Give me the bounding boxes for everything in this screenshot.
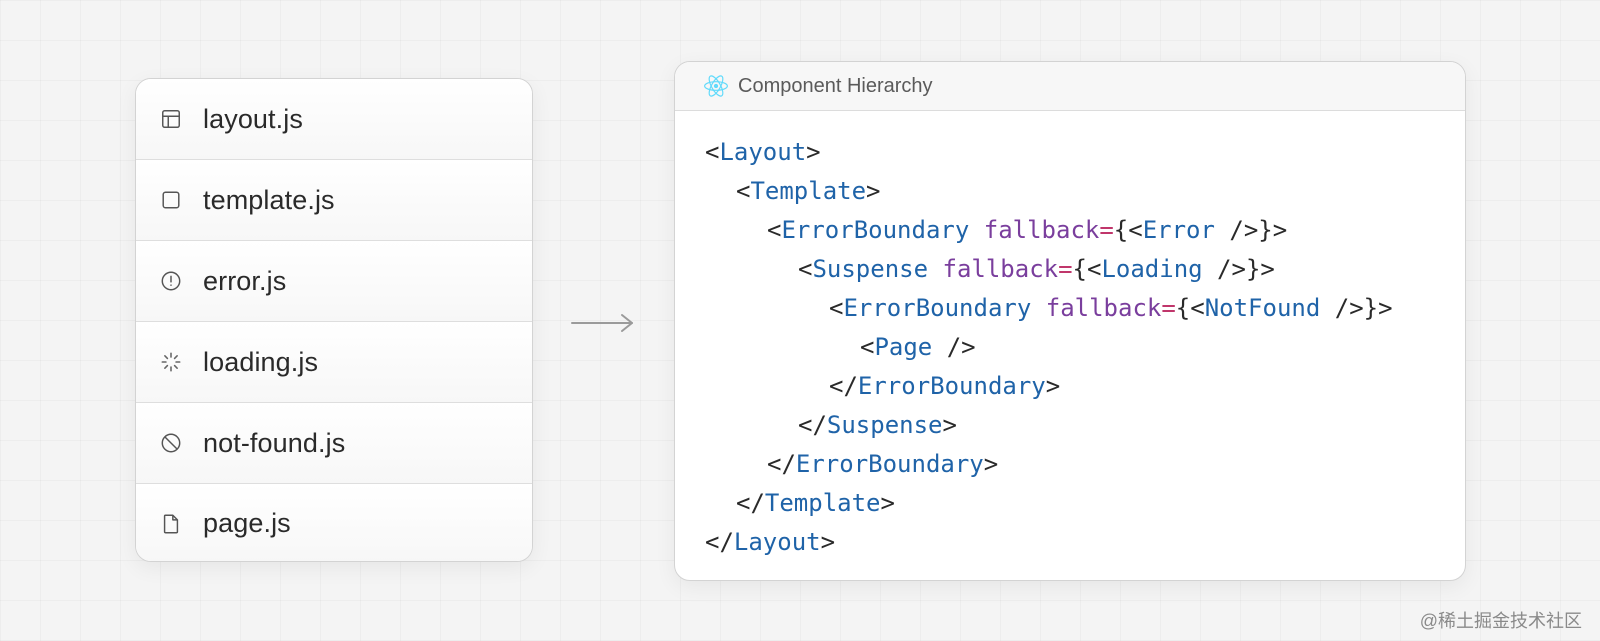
react-icon — [704, 75, 728, 97]
file-icon — [160, 513, 182, 535]
code-token: /> — [932, 333, 976, 361]
code-token: > — [942, 411, 957, 439]
code-token: < — [705, 138, 720, 166]
code-token: > — [1045, 372, 1061, 400]
code-token: fallback — [983, 216, 1100, 244]
code-token: {< — [1072, 255, 1102, 283]
alert-circle-icon — [160, 270, 182, 292]
code-line: </Suspense> — [705, 406, 1465, 445]
code-token: </ — [798, 411, 827, 439]
code-token: ErrorBoundary — [795, 450, 984, 478]
code-token: > — [806, 138, 821, 166]
code-token: = — [1161, 294, 1176, 322]
code-token: Error — [1142, 216, 1215, 244]
layout-icon — [160, 108, 182, 130]
file-row-error: error.js — [136, 241, 532, 322]
code-token: fallback — [942, 255, 1059, 283]
code-token: ErrorBoundary — [843, 294, 1032, 322]
file-list: layout.js template.js error.js loading.j… — [135, 78, 533, 562]
code-token: > — [983, 450, 999, 478]
file-name: page.js — [203, 508, 291, 538]
code-line: </ErrorBoundary> — [705, 445, 1465, 484]
code-line: <ErrorBoundary fallback={<NotFound />}> — [705, 289, 1465, 328]
code-token: </ — [767, 450, 796, 478]
code-token: = — [1058, 255, 1073, 283]
code-token: > — [866, 177, 881, 205]
code-token: {< — [1113, 216, 1143, 244]
code-token: Loading — [1101, 255, 1203, 283]
code-token: Layout — [733, 528, 821, 556]
arrow-right-icon — [571, 314, 633, 332]
file-name: not-found.js — [203, 427, 346, 458]
loader-icon — [160, 351, 182, 373]
code-token: </ — [736, 489, 765, 517]
code-line: </Template> — [705, 484, 1465, 523]
code-token: < — [736, 177, 751, 205]
file-row-template: template.js — [136, 160, 532, 241]
code-token: Suspense — [812, 255, 929, 283]
file-name: layout.js — [203, 103, 303, 134]
file-row-loading: loading.js — [136, 322, 532, 403]
code-token: Page — [874, 333, 933, 361]
code-token: {< — [1175, 294, 1205, 322]
code-token: Suspense — [826, 411, 943, 439]
code-token: < — [767, 216, 782, 244]
file-row-layout: layout.js — [136, 79, 532, 160]
watermark: @稀土掘金技术社区 — [1419, 611, 1582, 631]
code-line: <Template> — [705, 172, 1465, 211]
code-token: />}> — [1202, 255, 1275, 283]
code-line: </ErrorBoundary> — [705, 367, 1465, 406]
ban-icon — [160, 432, 182, 454]
code-line: <ErrorBoundary fallback={<Error />}> — [705, 211, 1465, 250]
code-token: < — [798, 255, 813, 283]
file-name: loading.js — [203, 346, 319, 377]
code-token: ErrorBoundary — [857, 372, 1046, 400]
code-panel-header: Component Hierarchy — [675, 62, 1465, 111]
code-token: = — [1099, 216, 1114, 244]
code-token: NotFound — [1204, 294, 1321, 322]
code-token: </ — [705, 528, 734, 556]
code-token: ErrorBoundary — [781, 216, 970, 244]
code-line: <Suspense fallback={<Loading />}> — [705, 250, 1465, 289]
file-name: template.js — [203, 184, 335, 215]
code-token: > — [880, 489, 895, 517]
code-token: < — [860, 333, 875, 361]
code-body: <Layout> <Template> <ErrorBoundary fallbac… — [675, 111, 1465, 562]
code-panel: Component Hierarchy <Layout> <Template> <E… — [674, 61, 1466, 581]
code-panel-title: Component Hierarchy — [738, 74, 933, 97]
code-token: Layout — [719, 138, 807, 166]
code-token: </ — [829, 372, 858, 400]
square-icon — [160, 189, 182, 211]
code-token: />}> — [1320, 294, 1393, 322]
code-token: < — [829, 294, 844, 322]
code-token: fallback — [1045, 294, 1162, 322]
file-name: error.js — [203, 265, 287, 296]
code-token: Template — [750, 177, 867, 205]
code-line: <Page /> — [705, 328, 1465, 367]
code-token: />}> — [1214, 216, 1288, 244]
file-row-page: page.js — [136, 484, 532, 561]
code-token: Template — [764, 489, 881, 517]
file-row-not-found: not-found.js — [136, 403, 532, 484]
code-token: > — [820, 528, 836, 556]
code-line: <Layout> — [705, 133, 1465, 172]
code-line: </Layout> — [705, 523, 1465, 562]
